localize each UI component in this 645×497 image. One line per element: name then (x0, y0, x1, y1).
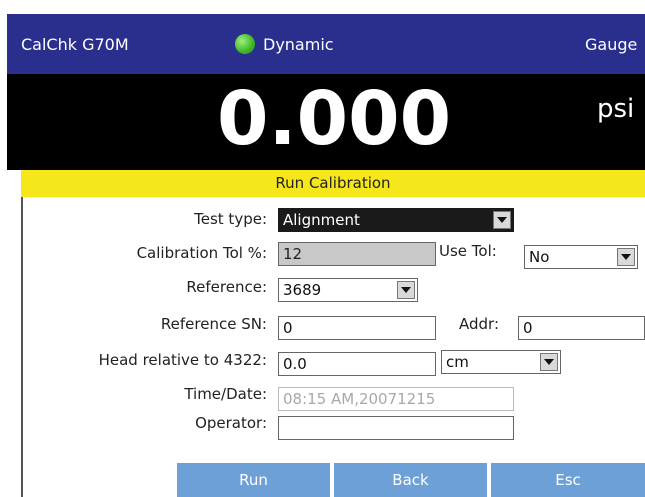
calibration-tol-value: 12 (283, 245, 303, 263)
mode-label: Dynamic (263, 35, 334, 54)
head-relative-label: Head relative to 4322: (98, 351, 267, 369)
reference-sn-value: 0 (283, 319, 293, 337)
test-type-dropdown-icon[interactable] (493, 211, 511, 229)
gauge-label: Gauge (585, 35, 638, 54)
head-unit-value: cm (446, 353, 469, 371)
dialog-left-border (21, 197, 23, 497)
status-led-icon (235, 34, 255, 54)
calibration-tol-field: 12 (278, 242, 436, 266)
reference-dropdown-icon[interactable] (397, 281, 415, 299)
time-date-value: 08:15 AM,20071215 (283, 390, 436, 408)
calibration-tol-label: Calibration Tol %: (136, 244, 267, 262)
time-date-field: 08:15 AM,20071215 (278, 387, 514, 411)
time-date-label: Time/Date: (184, 385, 267, 403)
test-type-value: Alignment (283, 211, 360, 229)
addr-label: Addr: (459, 315, 499, 333)
pressure-readout: 0.000 psi (7, 74, 645, 170)
reference-select[interactable]: 3689 (278, 278, 418, 302)
back-button[interactable]: Back (334, 463, 487, 497)
device-name: CalChk G70M (21, 35, 129, 54)
use-tol-select[interactable]: No (524, 245, 638, 269)
use-tol-dropdown-icon[interactable] (617, 248, 635, 266)
title-bar: CalChk G70M Dynamic Gauge (7, 14, 645, 74)
use-tol-label: Use Tol: (439, 242, 497, 260)
reference-sn-label: Reference SN: (160, 315, 267, 333)
pressure-value: 0.000 (217, 76, 452, 162)
pressure-unit: psi (597, 94, 635, 124)
reference-value: 3689 (283, 281, 322, 299)
run-calibration-dialog: Run Calibration Test type: Alignment Cal… (21, 170, 645, 497)
test-type-label: Test type: (194, 210, 267, 228)
addr-value: 0 (523, 319, 533, 337)
head-unit-select[interactable]: cm (441, 350, 561, 374)
reference-sn-input[interactable]: 0 (278, 316, 436, 340)
head-relative-input[interactable]: 0.0 (278, 352, 436, 376)
run-button[interactable]: Run (177, 463, 330, 497)
test-type-select[interactable]: Alignment (278, 208, 514, 232)
head-relative-value: 0.0 (283, 355, 307, 373)
esc-button[interactable]: Esc (491, 463, 645, 497)
dialog-title: Run Calibration (21, 170, 645, 197)
addr-input[interactable]: 0 (518, 316, 645, 340)
reference-label: Reference: (186, 278, 267, 296)
operator-label: Operator: (195, 414, 267, 432)
device-screen: CalChk G70M Dynamic Gauge 0.000 psi Run … (7, 14, 645, 497)
head-unit-dropdown-icon[interactable] (540, 353, 558, 371)
operator-input[interactable] (278, 416, 514, 440)
use-tol-value: No (529, 248, 550, 266)
